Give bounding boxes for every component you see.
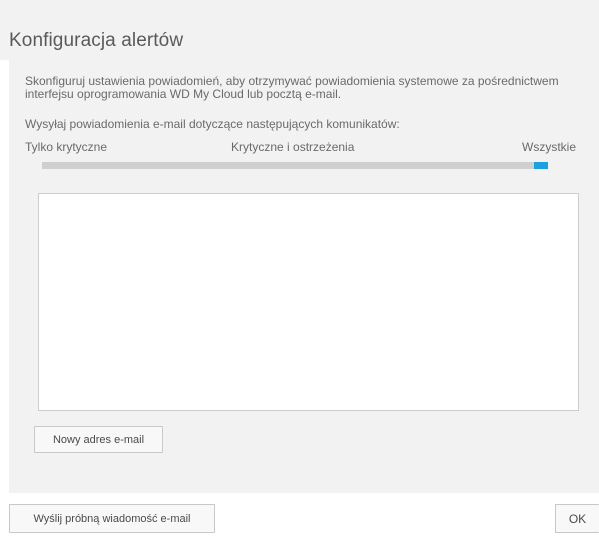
dialog-description: Skonfiguruj ustawienia powiadomień, aby … (25, 74, 559, 101)
new-email-address-button[interactable]: Nowy adres e-mail (34, 426, 163, 453)
alert-level-critical-only[interactable]: Tylko krytyczne (25, 140, 107, 154)
alert-level-slider[interactable] (42, 162, 548, 169)
alert-level-slider-fill (42, 162, 548, 169)
email-notification-label: Wysyłaj powiadomienia e-mail dotyczące n… (25, 117, 400, 131)
alert-level-all[interactable]: Wszystkie (522, 140, 576, 154)
alert-level-critical-and-warnings[interactable]: Krytyczne i ostrzeżenia (231, 140, 354, 154)
send-test-email-button[interactable]: Wyślij próbną wiadomość e-mail (9, 504, 215, 533)
dialog-header: Konfiguracja alertów (0, 0, 599, 60)
alert-configuration-dialog: Konfiguracja alertów Skonfiguruj ustawie… (0, 0, 599, 537)
alert-level-slider-thumb[interactable] (534, 162, 548, 169)
dialog-title: Konfiguracja alertów (9, 30, 184, 51)
email-address-list[interactable] (38, 193, 579, 411)
ok-button[interactable]: OK (555, 504, 599, 533)
